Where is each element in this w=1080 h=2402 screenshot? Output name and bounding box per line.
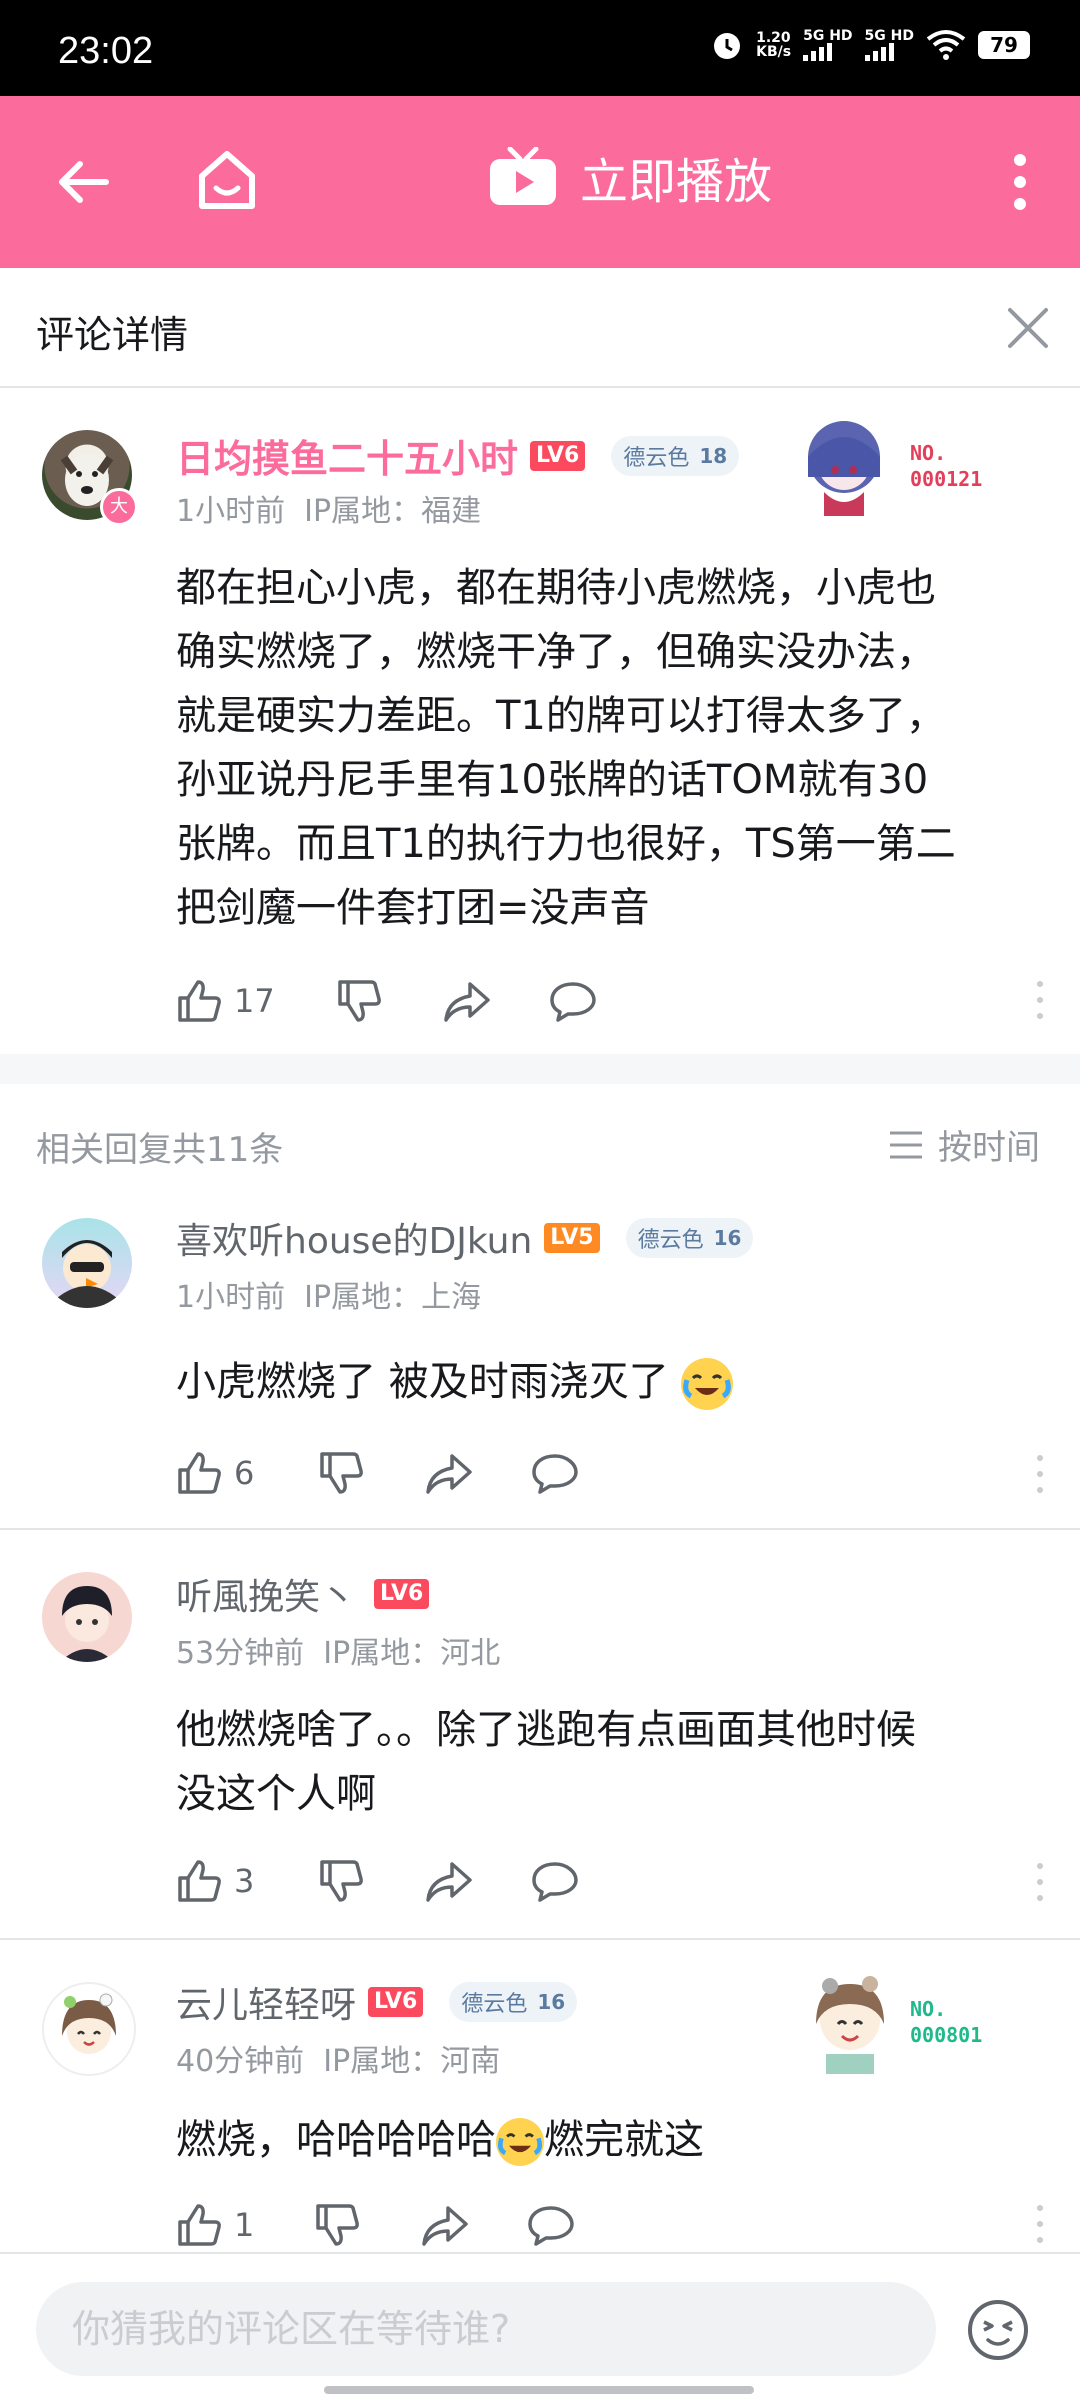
play-now-label: 立即播放 bbox=[580, 154, 773, 210]
network-speed: 1.20 KB/s bbox=[756, 30, 792, 60]
avatar[interactable] bbox=[42, 1218, 132, 1308]
reply-count-label: 相关回复共11条 bbox=[36, 1130, 284, 1170]
reply-username-row: 喜欢听house的DJkun LV5 德云色 16 bbox=[176, 1212, 754, 1264]
status-time: 23:02 bbox=[58, 30, 154, 72]
fan-medal[interactable]: 德云色 16 bbox=[449, 1982, 578, 2022]
level-badge: LV5 bbox=[544, 1223, 600, 1253]
reply-username[interactable]: 听風挽笑丶 bbox=[176, 1568, 356, 1620]
comment-detail-header: 评论详情 bbox=[0, 268, 1080, 388]
reply-icon[interactable] bbox=[530, 1856, 580, 1906]
reply-icon[interactable] bbox=[526, 2200, 576, 2250]
reply-meta: 53分钟前 IP属地：河北 bbox=[176, 1636, 501, 1671]
wifi-icon bbox=[926, 30, 966, 60]
status-bar: 23:02 1.20 KB/s 5G HD 5G HD 79 bbox=[0, 0, 1080, 96]
reply-text: 小虎燃烧了 被及时雨浇灭了 bbox=[176, 1350, 734, 1414]
dislike-icon[interactable] bbox=[334, 976, 384, 1026]
share-icon[interactable] bbox=[424, 1856, 474, 1906]
level-badge: LV6 bbox=[374, 1579, 430, 1609]
reply-icon[interactable] bbox=[548, 976, 598, 1026]
back-icon[interactable] bbox=[52, 150, 116, 214]
avatar[interactable] bbox=[42, 1982, 136, 2076]
fan-card-number: NO. 000801 bbox=[910, 1997, 983, 2047]
comment-more-icon[interactable] bbox=[1036, 2204, 1044, 2244]
top-nav-bar: 立即播放 bbox=[0, 96, 1080, 268]
like-button[interactable]: 1 bbox=[174, 2200, 312, 2250]
level-badge: LV6 bbox=[368, 1987, 424, 2017]
more-icon[interactable] bbox=[1012, 152, 1028, 212]
level-badge: LV6 bbox=[530, 440, 586, 471]
battery-indicator: 79 bbox=[978, 31, 1030, 59]
gesture-bar bbox=[324, 2386, 754, 2394]
reply-divider bbox=[0, 1528, 1080, 1530]
fan-card-avatar-icon bbox=[816, 1976, 884, 2074]
emoji-icon[interactable] bbox=[966, 2298, 1030, 2362]
reply-actions: 6 bbox=[174, 1448, 580, 1498]
sim2-signal: 5G HD bbox=[864, 29, 914, 61]
avatar[interactable] bbox=[42, 1572, 132, 1662]
comment-more-icon[interactable] bbox=[1036, 1862, 1044, 1902]
reply-meta: 40分钟前 IP属地：河南 bbox=[176, 2044, 501, 2079]
status-icons: 1.20 KB/s 5G HD 5G HD 79 bbox=[710, 28, 1030, 62]
like-button[interactable]: 3 bbox=[174, 1856, 316, 1906]
dislike-icon[interactable] bbox=[312, 2200, 362, 2250]
reply-username-row: 云儿轻轻呀 LV6 德云色 16 bbox=[176, 1976, 578, 2028]
crying-laugh-emoji-icon bbox=[681, 1358, 734, 1410]
alarm-icon bbox=[714, 33, 741, 59]
comment-more-icon[interactable] bbox=[1036, 980, 1044, 1020]
play-now-button[interactable]: 立即播放 bbox=[488, 142, 772, 212]
like-button[interactable]: 6 bbox=[174, 1448, 316, 1498]
section-divider bbox=[0, 1054, 1080, 1084]
like-icon bbox=[178, 980, 221, 1022]
reply-text: 他燃烧啥了。。除了逃跑有点画面其他时候 没这个人啊 bbox=[176, 1707, 916, 1817]
tears-of-joy-emoji-icon bbox=[496, 2118, 544, 2166]
like-icon bbox=[178, 1452, 221, 1494]
dislike-icon[interactable] bbox=[316, 1856, 366, 1906]
comment-username[interactable]: 日均摸鱼二十五小时 bbox=[176, 428, 518, 483]
comment-meta: 1小时前 IP属地：福建 bbox=[176, 494, 482, 529]
reply-actions: 3 bbox=[174, 1856, 580, 1906]
share-icon[interactable] bbox=[424, 1448, 474, 1498]
sort-button[interactable]: 按时间 bbox=[888, 1120, 1040, 1169]
home-icon[interactable] bbox=[192, 146, 262, 216]
comment-more-icon[interactable] bbox=[1036, 1454, 1044, 1494]
reply-icon[interactable] bbox=[530, 1448, 580, 1498]
badge-icon: 大 bbox=[100, 488, 138, 526]
reply-divider bbox=[0, 1938, 1080, 1940]
like-icon bbox=[178, 1860, 221, 1902]
reply-username-row: 听風挽笑丶 LV6 bbox=[176, 1568, 430, 1620]
fan-card-number: NO. 000121 bbox=[910, 441, 983, 491]
tv-play-icon bbox=[490, 147, 556, 205]
comment-input[interactable]: 你猜我的评论区在等待谁? bbox=[36, 2282, 936, 2376]
reply-username[interactable]: 喜欢听house的DJkun bbox=[176, 1212, 532, 1264]
reply-username[interactable]: 云儿轻轻呀 bbox=[176, 1976, 356, 2028]
sort-icon bbox=[890, 1131, 922, 1158]
reply-actions: 1 bbox=[174, 2200, 576, 2250]
reply-text: 燃烧，哈哈哈哈哈 燃完就这 bbox=[176, 2108, 704, 2172]
sim1-signal: 5G HD bbox=[803, 29, 853, 61]
share-icon[interactable] bbox=[420, 2200, 470, 2250]
comment-username-row: 日均摸鱼二十五小时 LV6 德云色 18 bbox=[176, 428, 740, 483]
comment-text: 都在担心小虎，都在期待小虎燃烧，小虎也 确实燃烧了，燃烧干净了，但确实没办法， … bbox=[176, 565, 956, 931]
fan-card-avatar-icon bbox=[808, 421, 880, 516]
like-icon bbox=[178, 2204, 221, 2246]
comment-actions: 17 bbox=[174, 976, 598, 1026]
reply-meta: 1小时前 IP属地：上海 bbox=[176, 1280, 482, 1315]
page-title: 评论详情 bbox=[36, 313, 189, 357]
dislike-icon[interactable] bbox=[316, 1448, 366, 1498]
close-icon[interactable] bbox=[1004, 304, 1052, 352]
like-button[interactable]: 17 bbox=[174, 976, 334, 1026]
fan-medal[interactable]: 德云色 16 bbox=[625, 1218, 754, 1258]
fan-medal[interactable]: 德云色 18 bbox=[611, 435, 740, 476]
comment-composer: 你猜我的评论区在等待谁? bbox=[0, 2252, 1080, 2402]
share-icon[interactable] bbox=[442, 976, 492, 1026]
